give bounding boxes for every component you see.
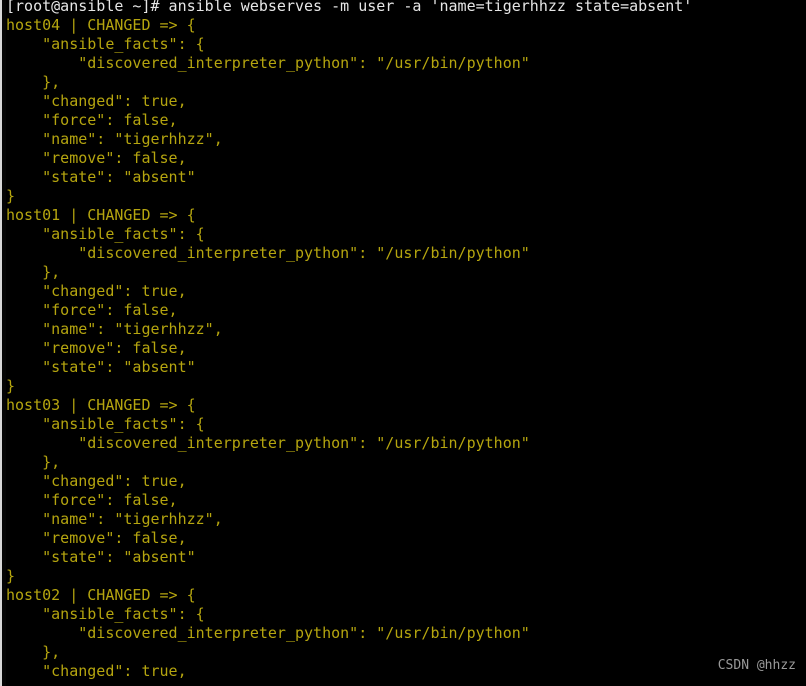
terminal-line: "name": "tigerhhzz",: [6, 130, 223, 148]
terminal-left-edge-strip: [0, 0, 2, 686]
terminal-line: }: [6, 377, 16, 395]
terminal-line: },: [6, 263, 61, 281]
terminal-line: "force": false,: [6, 491, 178, 509]
terminal-output-lines: [root@ansible ~]# ansible webserves -m u…: [6, 0, 806, 681]
terminal-window[interactable]: } [root@ansible ~]# ansible webserves -m…: [0, 0, 806, 686]
terminal-line: "remove": false,: [6, 529, 187, 547]
terminal-line: "remove": false,: [6, 339, 187, 357]
terminal-line: "discovered_interpreter_python": "/usr/b…: [6, 244, 530, 262]
terminal-line: "discovered_interpreter_python": "/usr/b…: [6, 54, 530, 72]
terminal-line: "ansible_facts": {: [6, 35, 205, 53]
terminal-line: "changed": true,: [6, 662, 187, 680]
terminal-line: "ansible_facts": {: [6, 415, 205, 433]
terminal-line: host04 | CHANGED => {: [6, 16, 196, 34]
terminal-line: "changed": true,: [6, 472, 187, 490]
terminal-screen[interactable]: } [root@ansible ~]# ansible webserves -m…: [6, 0, 806, 686]
terminal-line: "changed": true,: [6, 92, 187, 110]
terminal-line: "ansible_facts": {: [6, 225, 205, 243]
terminal-line: "changed": true,: [6, 282, 187, 300]
terminal-line: "ansible_facts": {: [6, 605, 205, 623]
terminal-line: "discovered_interpreter_python": "/usr/b…: [6, 434, 530, 452]
terminal-line: },: [6, 73, 61, 91]
csdn-watermark: CSDN @hhzz: [717, 658, 796, 673]
terminal-line: host02 | CHANGED => {: [6, 586, 196, 604]
terminal-line: "state": "absent": [6, 548, 196, 566]
terminal-line: },: [6, 643, 61, 661]
terminal-line: }: [6, 567, 16, 585]
terminal-prompt-line: [root@ansible ~]# ansible webserves -m u…: [6, 0, 693, 15]
terminal-line: host03 | CHANGED => {: [6, 396, 196, 414]
terminal-line: },: [6, 453, 61, 471]
terminal-line: "remove": false,: [6, 149, 187, 167]
terminal-line: "force": false,: [6, 111, 178, 129]
terminal-line: }: [6, 187, 16, 205]
terminal-line: "force": false,: [6, 301, 178, 319]
terminal-line: "name": "tigerhhzz",: [6, 510, 223, 528]
terminal-line: "state": "absent": [6, 168, 196, 186]
terminal-line: "discovered_interpreter_python": "/usr/b…: [6, 624, 530, 642]
terminal-line: "name": "tigerhhzz",: [6, 320, 223, 338]
terminal-left-gutter: [2, 0, 6, 686]
terminal-line: host01 | CHANGED => {: [6, 206, 196, 224]
terminal-line: "state": "absent": [6, 358, 196, 376]
